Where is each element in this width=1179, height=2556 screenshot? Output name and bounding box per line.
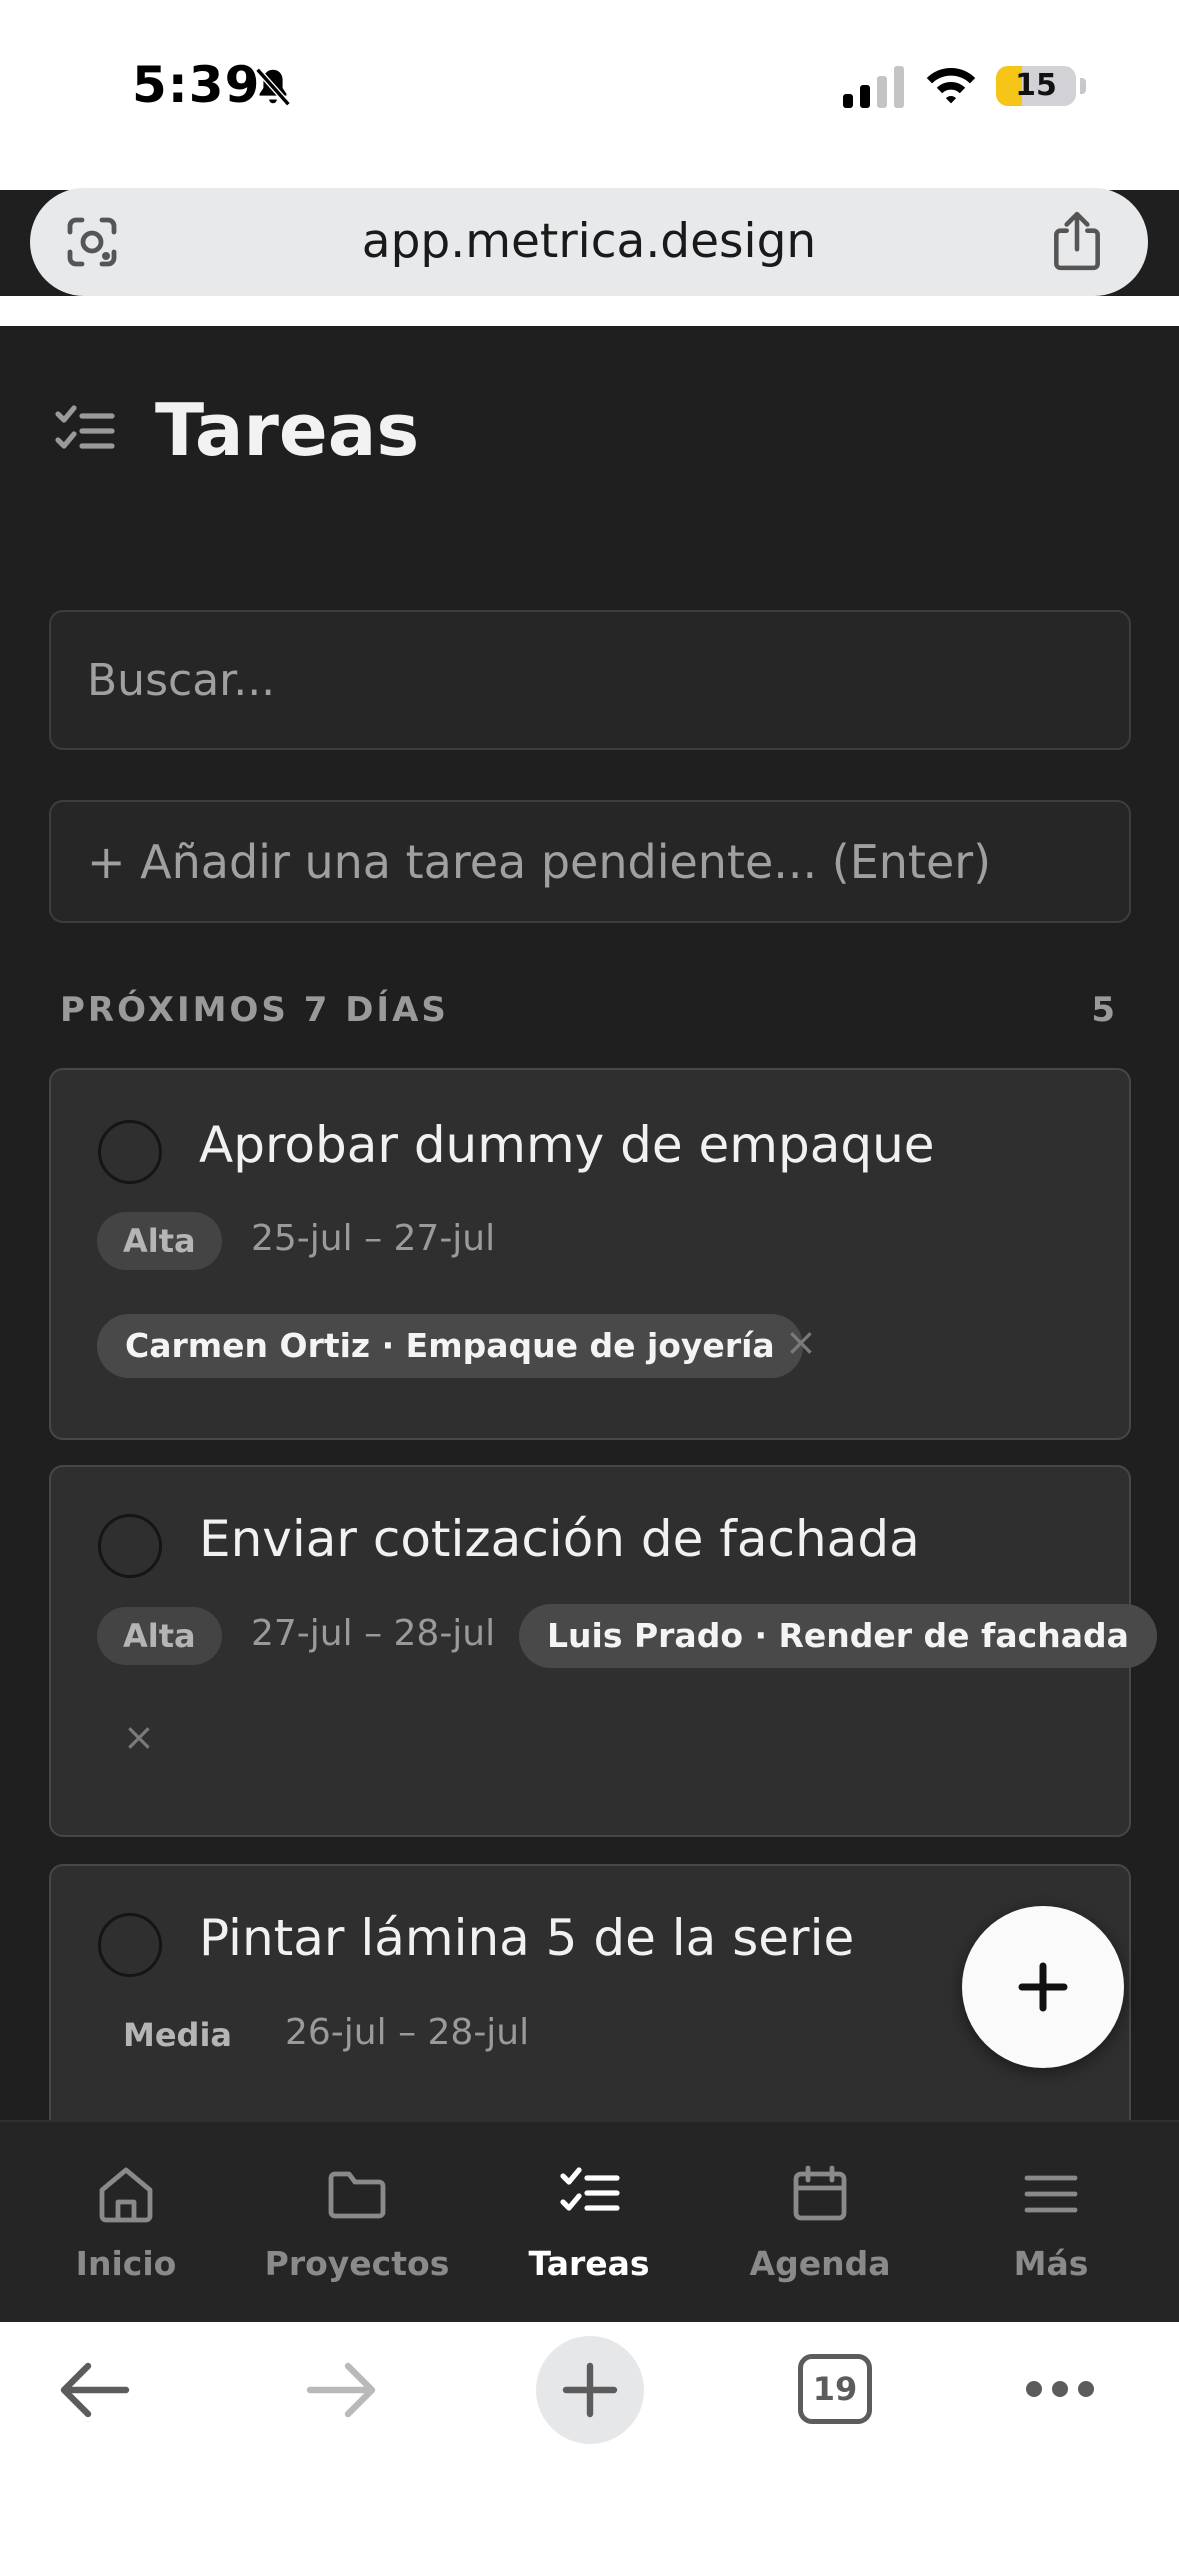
- nav-item-inicio[interactable]: Inicio: [16, 2122, 236, 2324]
- calendar-icon: [793, 2165, 847, 2221]
- lens-icon[interactable]: [62, 212, 122, 272]
- battery-icon: 15: [996, 66, 1076, 106]
- status-bar: 5:39 15: [0, 0, 1179, 190]
- priority-badge: Media: [123, 2016, 233, 2054]
- task-checkbox[interactable]: [98, 1913, 162, 1977]
- task-dates: 25-jul – 27-jul: [251, 1218, 496, 1259]
- task-checkbox[interactable]: [98, 1120, 162, 1184]
- add-task-fab[interactable]: [962, 1906, 1124, 2068]
- nav-label: Inicio: [75, 2244, 177, 2283]
- task-list-icon: [55, 405, 115, 449]
- menu-icon: [1024, 2175, 1078, 2213]
- plus-icon: [1018, 1962, 1068, 2012]
- nav-label: Agenda: [749, 2244, 891, 2283]
- nav-item-tareas[interactable]: Tareas: [479, 2122, 699, 2324]
- url-text[interactable]: app.metrica.design: [130, 188, 1048, 296]
- search-input[interactable]: [49, 610, 1131, 750]
- nav-label: Más: [1013, 2244, 1089, 2283]
- task-title[interactable]: Enviar cotización de fachada: [199, 1510, 920, 1568]
- project-tag[interactable]: Luis Prado · Render de fachada: [519, 1604, 1157, 1668]
- remove-project-button[interactable]: ×: [123, 1715, 155, 1759]
- remove-project-button[interactable]: ×: [785, 1320, 817, 1364]
- task-dates: 26-jul – 28-jul: [285, 2012, 530, 2053]
- priority-badge: Alta: [97, 1607, 222, 1665]
- nav-label: Tareas: [528, 2244, 650, 2283]
- task-title[interactable]: Pintar lámina 5 de la serie: [199, 1909, 854, 1967]
- share-icon[interactable]: [1048, 210, 1106, 272]
- section-title: PRÓXIMOS 7 DÍAS: [60, 990, 449, 1030]
- battery-percent: 15: [1015, 68, 1057, 103]
- section-count: 5: [1091, 990, 1115, 1030]
- nav-item-agenda[interactable]: Agenda: [710, 2122, 930, 2324]
- bell-slash-icon: [255, 67, 291, 107]
- task-card[interactable]: Enviar cotización de fachada Alta 27-jul…: [49, 1465, 1157, 1837]
- nav-item-proyectos[interactable]: Proyectos: [247, 2122, 467, 2324]
- status-time: 5:39: [132, 56, 261, 114]
- tabs-button[interactable]: 19: [798, 2354, 872, 2424]
- task-checkbox[interactable]: [98, 1514, 162, 1578]
- nav-item-mas[interactable]: Más: [941, 2122, 1161, 2324]
- task-title[interactable]: Aprobar dummy de empaque: [199, 1116, 935, 1174]
- folder-icon: [328, 2171, 386, 2219]
- back-arrow-icon[interactable]: [58, 2360, 132, 2420]
- new-tab-button[interactable]: [536, 2336, 644, 2444]
- home-icon: [99, 2167, 153, 2223]
- forward-arrow-icon[interactable]: [304, 2360, 378, 2420]
- priority-badge: Alta: [97, 1212, 222, 1270]
- plus-icon: [562, 2362, 618, 2418]
- wifi-icon: [926, 68, 976, 104]
- task-card[interactable]: Aprobar dummy de empaque Alta 25-jul – 2…: [49, 1068, 1131, 1440]
- more-dots-icon[interactable]: [1024, 2376, 1096, 2402]
- task-dates: 27-jul – 28-jul: [251, 1613, 496, 1654]
- page-title: Tareas: [155, 388, 420, 472]
- project-tag[interactable]: Carmen Ortiz · Empaque de joyería: [97, 1314, 803, 1378]
- add-task-input[interactable]: [49, 800, 1131, 923]
- bottom-nav: Inicio Proyectos Tareas Agenda Más: [0, 2120, 1179, 2322]
- task-list-icon: [560, 2167, 620, 2211]
- nav-label: Proyectos: [264, 2244, 450, 2283]
- cellular-signal-icon: [843, 66, 904, 108]
- battery-tip: [1080, 78, 1086, 94]
- browser-chrome-edge: [0, 296, 1179, 326]
